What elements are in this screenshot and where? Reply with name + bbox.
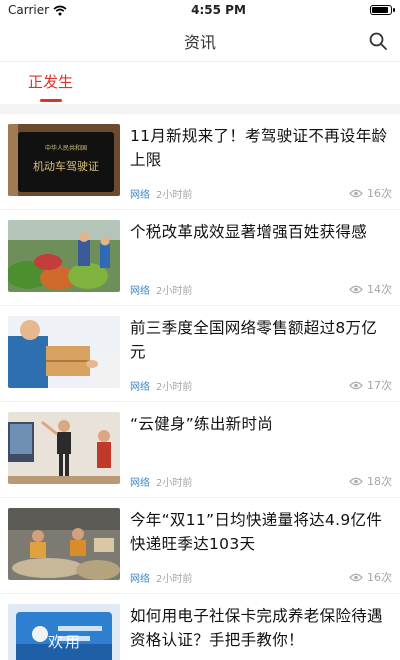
carrier-label: Carrier bbox=[8, 3, 50, 17]
list-item[interactable]: 前三季度全国网络零售额超过8万亿元 网络 2小时前 17次 bbox=[0, 306, 400, 402]
news-body: 个税改革成效显著增强百姓获得感 网络 2小时前 14次 bbox=[120, 220, 392, 297]
status-bar: Carrier 4:55 PM bbox=[0, 0, 400, 20]
news-views: 17次 bbox=[349, 377, 392, 393]
news-meta: 网络 2小时前 16次 bbox=[130, 569, 392, 585]
nav-bar: 资讯 bbox=[0, 20, 400, 62]
express-warehouse-thumbnail bbox=[8, 508, 120, 580]
eye-icon bbox=[349, 381, 363, 389]
news-body: 今年“双11”日均快递量将达4.9亿件快递旺季达103天 网络 2小时前 16次 bbox=[120, 508, 392, 585]
tab-indicator bbox=[40, 99, 62, 102]
tab-label: 正发生 bbox=[28, 73, 74, 91]
package-delivery-thumbnail bbox=[8, 316, 120, 388]
views-count: 16次 bbox=[367, 187, 392, 200]
list-item[interactable]: 个税改革成效显著增强百姓获得感 网络 2小时前 14次 bbox=[0, 210, 400, 306]
news-source: 网络 bbox=[130, 381, 150, 393]
views-count: 17次 bbox=[367, 379, 392, 392]
news-source: 网络 bbox=[130, 573, 150, 585]
news-title: 个税改革成效显著增强百姓获得感 bbox=[130, 223, 368, 241]
license-small-text: 中华人民共和国 bbox=[45, 144, 87, 152]
status-time: 4:55 PM bbox=[191, 3, 246, 17]
news-meta: 网络 2小时前 17次 bbox=[130, 377, 392, 393]
tab-bar: 正发生 bbox=[0, 62, 400, 104]
search-icon[interactable] bbox=[368, 31, 388, 51]
news-source: 网络 bbox=[130, 477, 150, 489]
list-item[interactable]: “云健身”练出新时尚 网络 2小时前 18次 bbox=[0, 402, 400, 498]
eye-icon bbox=[349, 285, 363, 293]
news-views: 16次 bbox=[349, 185, 392, 201]
news-views: 18次 bbox=[349, 473, 392, 489]
tab-happening[interactable]: 正发生 bbox=[28, 62, 73, 104]
eye-icon bbox=[349, 477, 363, 485]
eye-icon bbox=[349, 573, 363, 581]
wifi-icon bbox=[53, 5, 67, 15]
list-item[interactable]: 中华人民共和国 机动车驾驶证 11月新规来了！考驾驶证不再设年龄上限 网络 2小… bbox=[0, 114, 400, 210]
list-item[interactable]: 今年“双11”日均快递量将达4.9亿件快递旺季达103天 网络 2小时前 16次 bbox=[0, 498, 400, 594]
news-time: 2小时前 bbox=[156, 189, 193, 201]
views-count: 14次 bbox=[367, 283, 392, 296]
driver-license-thumbnail: 中华人民共和国 机动车驾驶证 bbox=[8, 124, 120, 196]
news-list: 中华人民共和国 机动车驾驶证 11月新规来了！考驾驶证不再设年龄上限 网络 2小… bbox=[0, 114, 400, 660]
news-time: 2小时前 bbox=[156, 477, 193, 489]
news-views: 16次 bbox=[349, 569, 392, 585]
news-meta: 网络 2小时前 16次 bbox=[130, 185, 392, 201]
news-time: 2小时前 bbox=[156, 381, 193, 393]
status-left: Carrier bbox=[8, 3, 67, 17]
vegetable-market-thumbnail bbox=[8, 220, 120, 292]
news-title: 11月新规来了！考驾驶证不再设年龄上限 bbox=[130, 127, 388, 169]
divider bbox=[0, 104, 400, 114]
eye-icon bbox=[349, 189, 363, 197]
news-time: 2小时前 bbox=[156, 573, 193, 585]
news-meta: 网络 2小时前 18次 bbox=[130, 473, 392, 489]
news-body: 前三季度全国网络零售额超过8万亿元 网络 2小时前 17次 bbox=[120, 316, 392, 393]
news-source: 网络 bbox=[130, 189, 150, 201]
news-views: 14次 bbox=[349, 281, 392, 297]
news-body: 如何用电子社保卡完成养老保险待遇资格认证？手把手教你！ bbox=[120, 604, 392, 660]
license-big-text: 机动车驾驶证 bbox=[33, 159, 99, 173]
watermark-text: 欢用 bbox=[48, 633, 83, 651]
views-count: 16次 bbox=[367, 571, 392, 584]
views-count: 18次 bbox=[367, 475, 392, 488]
page-title: 资讯 bbox=[183, 32, 216, 52]
news-body: 11月新规来了！考驾驶证不再设年龄上限 网络 2小时前 16次 bbox=[120, 124, 392, 201]
home-fitness-thumbnail bbox=[8, 412, 120, 484]
battery-icon bbox=[370, 5, 395, 15]
news-meta: 网络 2小时前 14次 bbox=[130, 281, 392, 297]
news-title: 如何用电子社保卡完成养老保险待遇资格认证？手把手教你！ bbox=[130, 607, 383, 649]
news-title: 今年“双11”日均快递量将达4.9亿件快递旺季达103天 bbox=[130, 511, 383, 553]
news-source: 网络 bbox=[130, 285, 150, 297]
news-body: “云健身”练出新时尚 网络 2小时前 18次 bbox=[120, 412, 392, 489]
news-title: “云健身”练出新时尚 bbox=[130, 415, 274, 433]
news-time: 2小时前 bbox=[156, 285, 193, 297]
news-title: 前三季度全国网络零售额超过8万亿元 bbox=[130, 319, 378, 361]
